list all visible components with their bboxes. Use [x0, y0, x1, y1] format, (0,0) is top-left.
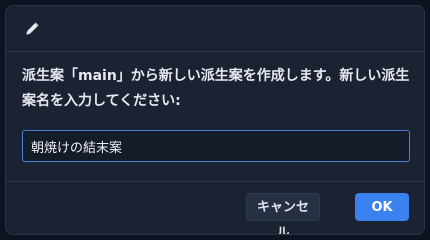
variant-name-input[interactable]: [22, 130, 410, 162]
dialog-header: [6, 6, 424, 52]
ok-button[interactable]: OK: [355, 193, 409, 221]
dialog-footer: キャンセル OK: [6, 182, 424, 234]
dialog-body: 派生案「main」から新しい派生案を作成します。新しい派生案名を入力してください…: [6, 52, 424, 182]
pencil-icon: [25, 22, 39, 36]
cancel-button[interactable]: キャンセル: [246, 193, 320, 234]
dialog-message: 派生案「main」から新しい派生案を作成します。新しい派生案名を入力してください…: [22, 68, 410, 109]
create-variant-dialog: 派生案「main」から新しい派生案を作成します。新しい派生案名を入力してください…: [5, 5, 425, 235]
